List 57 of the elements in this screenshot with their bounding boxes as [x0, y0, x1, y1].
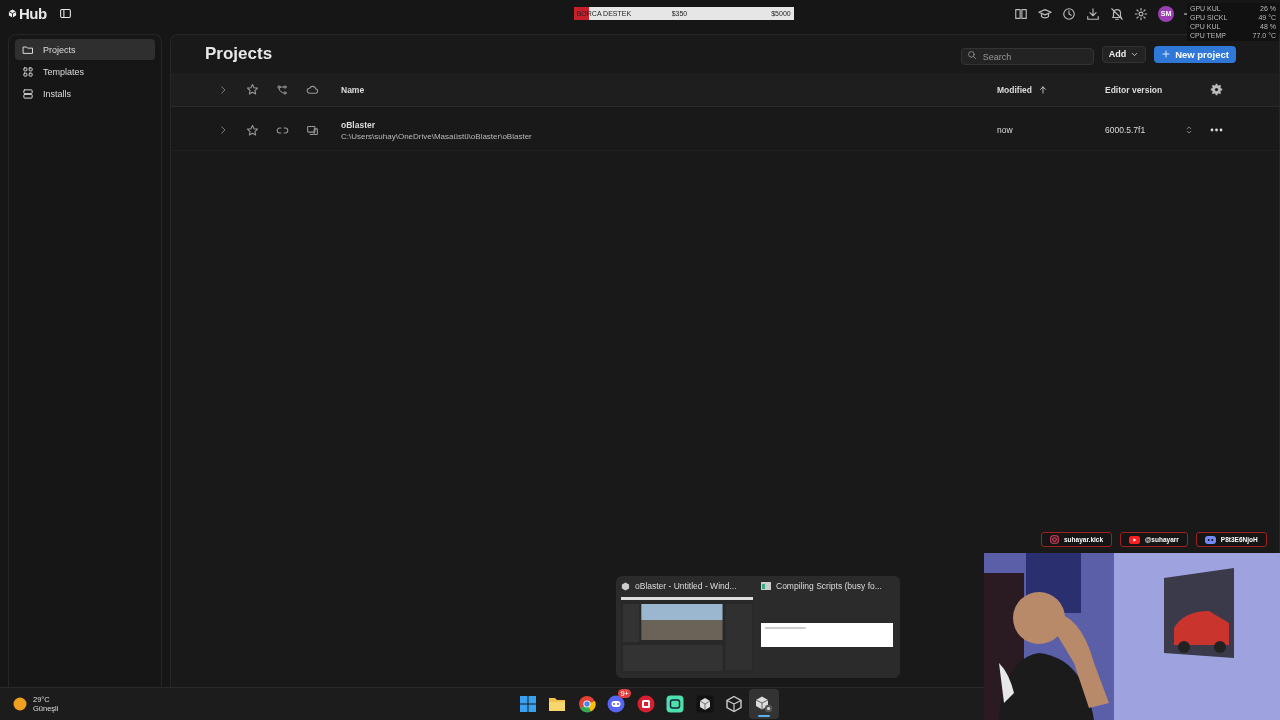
- folder-icon[interactable]: [548, 696, 567, 712]
- settings-icon: [1134, 6, 1148, 21]
- preview-title: Compiling Scripts (busy fo...: [776, 581, 882, 591]
- search-field[interactable]: Search: [960, 48, 1094, 65]
- app-icon[interactable]: [666, 695, 685, 713]
- more-icon[interactable]: [1209, 128, 1223, 132]
- chrome-icon[interactable]: [577, 695, 596, 713]
- app-title: Hub: [19, 5, 47, 22]
- add-button[interactable]: Add: [1101, 45, 1147, 63]
- unity-hub-icon[interactable]: [754, 695, 773, 713]
- book-icon: [1014, 6, 1028, 21]
- sidebar-item[interactable]: Installs: [15, 83, 155, 104]
- sort-up-icon[interactable]: [1037, 84, 1048, 95]
- cube-icon[interactable]: [695, 695, 714, 713]
- chevron-right-icon: [218, 84, 228, 95]
- devices-icon: [305, 123, 319, 137]
- clock-icon: [1062, 6, 1076, 21]
- sidebar-toggle-icon: [58, 7, 72, 20]
- project-row[interactable]: oBlaster C:\Users\suhay\OneDrive\Masaüstü\oBlaster\oBlaster now 6000.5.7f1: [171, 110, 1279, 151]
- server-icon: [22, 87, 34, 100]
- project-name: oBlaster: [341, 119, 376, 130]
- sidebar-item[interactable]: Templates: [15, 61, 155, 82]
- branch-icon: [276, 83, 288, 96]
- folder-icon: [22, 43, 34, 56]
- preview-title: oBlaster - Untitled - Wind...: [635, 581, 737, 591]
- unity-icon: [621, 581, 630, 591]
- download-icon: [1086, 6, 1100, 21]
- up-down-icon: [1184, 125, 1194, 135]
- sidebar-item[interactable]: Projects: [15, 39, 155, 60]
- project-path: C:\Users\suhay\OneDrive\Masaüstü\oBlaster\oBlaster: [341, 131, 533, 141]
- column-header[interactable]: Modified: [997, 84, 1032, 95]
- column-header[interactable]: Name: [341, 84, 365, 95]
- bell-off-icon: [1110, 6, 1124, 21]
- page-title: Projects: [205, 44, 273, 64]
- instagram-icon: [1050, 535, 1059, 544]
- settings-icon[interactable]: [1209, 83, 1223, 96]
- discord-icon: [1204, 535, 1216, 544]
- youtube-icon: [1129, 535, 1141, 544]
- column-header[interactable]: Editor version: [1105, 84, 1163, 95]
- cloud-icon: [305, 83, 319, 96]
- plus-icon: [1161, 49, 1172, 59]
- discord-icon[interactable]: [607, 695, 626, 713]
- editor-version-cell-text: 6000.5.7f1: [1105, 125, 1147, 135]
- window-icon: [761, 582, 771, 590]
- search-icon: [966, 49, 977, 60]
- star-icon: [245, 123, 259, 137]
- grid-icon: [22, 65, 34, 78]
- modified-cell-text: now: [997, 125, 1014, 135]
- star-icon: [245, 83, 259, 96]
- windows-icon[interactable]: [518, 695, 537, 713]
- app-icon[interactable]: [636, 695, 655, 713]
- sun-icon: [13, 697, 27, 711]
- graduation-cap-icon: [1038, 6, 1052, 21]
- unity-icon[interactable]: [725, 695, 744, 713]
- logo-icon: [8, 9, 17, 18]
- new-project-button[interactable]: New project: [1154, 45, 1236, 63]
- chevron-right-icon: [218, 125, 228, 135]
